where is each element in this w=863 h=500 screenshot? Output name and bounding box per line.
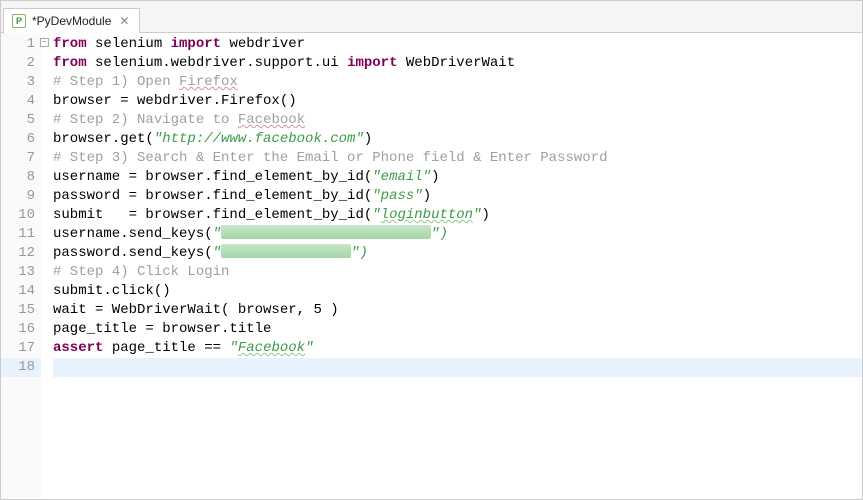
line-number: 12 bbox=[1, 244, 41, 263]
line-number: 7 bbox=[1, 149, 41, 168]
redacted-username bbox=[221, 225, 431, 239]
code-line: wait = WebDriverWait( browser, 5 ) bbox=[53, 301, 862, 320]
code-line: from selenium import webdriver bbox=[53, 35, 862, 54]
code-line: # Step 2) Navigate to Facebook bbox=[53, 111, 862, 130]
line-number: 2 bbox=[1, 54, 41, 73]
tab-title: *PyDevModule bbox=[32, 14, 111, 28]
code-line: assert page_title == "Facebook" bbox=[53, 339, 862, 358]
code-line: # Step 1) Open Firefox bbox=[53, 73, 862, 92]
code-line: browser = webdriver.Firefox() bbox=[53, 92, 862, 111]
tab-bar: P *PyDevModule ✕ bbox=[1, 1, 862, 33]
close-icon[interactable]: ✕ bbox=[117, 14, 131, 28]
code-line: submit.click() bbox=[53, 282, 862, 301]
code-line: password = browser.find_element_by_id("p… bbox=[53, 187, 862, 206]
line-number: 11 bbox=[1, 225, 41, 244]
editor-tab[interactable]: P *PyDevModule ✕ bbox=[3, 8, 140, 33]
redacted-password bbox=[221, 244, 351, 258]
code-line: # Step 3) Search & Enter the Email or Ph… bbox=[53, 149, 862, 168]
line-number: 13 bbox=[1, 263, 41, 282]
line-number: 4 bbox=[1, 92, 41, 111]
code-line: username = browser.find_element_by_id("e… bbox=[53, 168, 862, 187]
code-line: # Step 4) Click Login bbox=[53, 263, 862, 282]
code-line: page_title = browser.title bbox=[53, 320, 862, 339]
python-file-icon: P bbox=[12, 14, 26, 28]
line-number: 18 bbox=[1, 358, 41, 377]
line-number: 5 bbox=[1, 111, 41, 130]
line-number: 16 bbox=[1, 320, 41, 339]
line-number: 1− bbox=[1, 35, 41, 54]
code-line: from selenium.webdriver.support.ui impor… bbox=[53, 54, 862, 73]
line-number: 17 bbox=[1, 339, 41, 358]
line-number: 10 bbox=[1, 206, 41, 225]
line-number: 14 bbox=[1, 282, 41, 301]
line-number: 8 bbox=[1, 168, 41, 187]
line-number: 6 bbox=[1, 130, 41, 149]
line-number: 15 bbox=[1, 301, 41, 320]
code-line: browser.get("http://www.facebook.com") bbox=[53, 130, 862, 149]
line-number-gutter: 1− 2 3 4 5 6 7 8 9 10 11 12 13 14 15 16 … bbox=[1, 33, 41, 499]
line-number: 3 bbox=[1, 73, 41, 92]
code-line: password.send_keys("") bbox=[53, 244, 862, 263]
editor-area: 1− 2 3 4 5 6 7 8 9 10 11 12 13 14 15 16 … bbox=[1, 33, 862, 499]
line-number: 9 bbox=[1, 187, 41, 206]
code-line: username.send_keys("") bbox=[53, 225, 862, 244]
fold-icon[interactable]: − bbox=[40, 38, 49, 47]
code-line bbox=[53, 358, 862, 377]
code-content[interactable]: from selenium import webdriver from sele… bbox=[41, 33, 862, 499]
code-line: submit = browser.find_element_by_id("log… bbox=[53, 206, 862, 225]
